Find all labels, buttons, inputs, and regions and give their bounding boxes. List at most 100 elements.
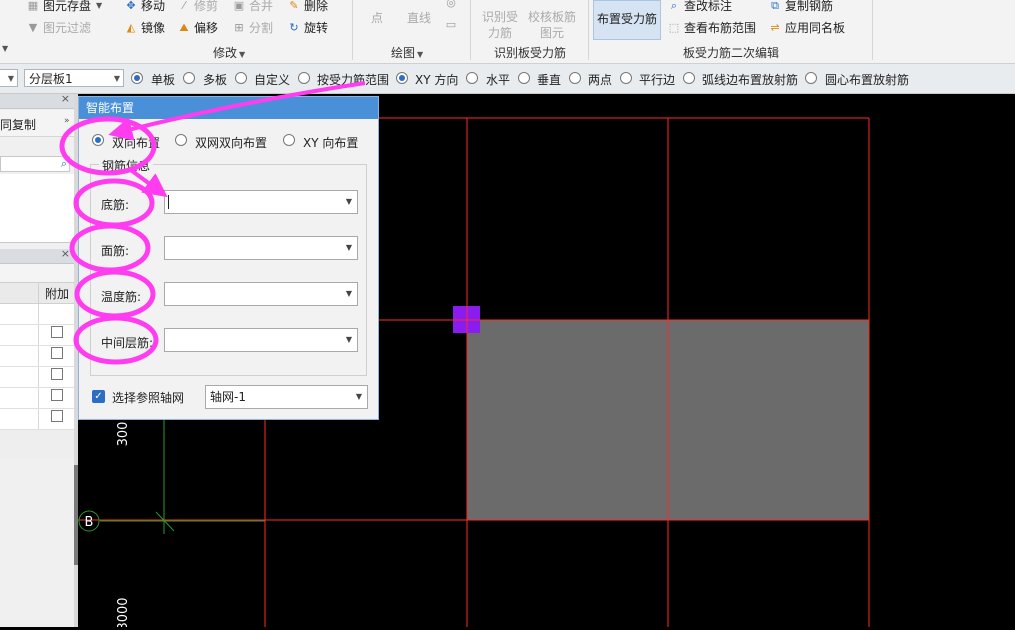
top-rebar-label: 面筋: [101, 244, 130, 258]
radio-custom-label: 自定义 [254, 73, 291, 87]
row-checkbox[interactable] [51, 326, 63, 338]
copy-button[interactable]: 同复制 [0, 116, 36, 133]
options-toolbar: ▼ 分层板1 ▼ 单板 多板 自定义 按受力筋范围 XY 方向 水平 垂直 两点… [0, 64, 1015, 94]
radio-multi-slab[interactable] [183, 72, 195, 84]
smart-layout-dialog: 智能布置 双向布置 双网双向布置 XY 向布置 钢筋信息 底筋: ▼ 面筋: ▼… [78, 96, 379, 420]
radio-double-net[interactable] [175, 134, 187, 146]
mirror-button[interactable]: ◭ 镜像 [124, 19, 165, 36]
radio-center-radial-label: 圆心布置放射筋 [825, 73, 910, 87]
search-input[interactable]: ⌕ [0, 156, 70, 172]
move-button[interactable]: ✥ 移动 [124, 0, 165, 14]
element-filter-button[interactable]: ▼ 图元过滤 [26, 19, 91, 36]
properties-header: 附加 [0, 283, 74, 304]
trim-button[interactable]: ⁄ 修剪 [177, 0, 218, 14]
radio-multi-slab-label: 多板 [203, 73, 228, 87]
check-rebar-button[interactable]: 校核板筋图元 [527, 9, 577, 41]
radio-by-rebar-range[interactable] [298, 72, 310, 84]
ref-axis-select[interactable]: 轴网-1 ▼ [205, 385, 368, 409]
merge-label: 合并 [249, 0, 274, 13]
move-label: 移动 [141, 0, 166, 13]
modify-group-label[interactable]: 修改 ▼ [213, 44, 245, 61]
radio-custom[interactable] [235, 72, 247, 84]
close-icon[interactable]: × [61, 92, 70, 105]
row-divider [0, 345, 74, 346]
bottom-rebar-input[interactable]: ▼ [164, 190, 358, 214]
dialog-title[interactable]: 智能布置 [79, 97, 378, 119]
radio-vertical[interactable] [518, 72, 530, 84]
row-checkbox[interactable] [51, 410, 63, 422]
row-divider [0, 408, 74, 409]
radio-horizontal[interactable] [466, 72, 478, 84]
rebar-info-title: 钢筋信息 [99, 157, 154, 174]
mirror-label: 镜像 [141, 21, 166, 35]
panel-empty-area [0, 459, 74, 627]
radio-xy-layout[interactable] [283, 134, 295, 146]
chevron-down-icon: ▼ [7, 74, 14, 83]
text-caret [168, 195, 169, 209]
radio-center-radial[interactable] [805, 72, 817, 84]
table-row [0, 430, 74, 459]
chevron-down-icon[interactable]: ▼ [346, 191, 352, 213]
ref-axis-checkbox[interactable]: ✓ [92, 390, 105, 403]
search-icon[interactable]: ⌕ [61, 157, 67, 171]
element-save-button[interactable]: ▦ 图元存盘 ▼ [26, 0, 102, 14]
radio-arc-radial-label: 弧线边布置放射筋 [702, 73, 799, 87]
identify-rebar-button[interactable]: 识别受力筋 [480, 9, 520, 41]
copy-icon: ⧉ [771, 0, 779, 12]
radio-bidirectional-label: 双向布置 [112, 136, 161, 150]
column-divider [38, 283, 39, 303]
temperature-rebar-input[interactable]: ▼ [164, 282, 358, 306]
layer-combo[interactable]: 分层板1 ▼ [24, 69, 124, 87]
radio-parallel-edge[interactable] [620, 72, 632, 84]
layout-rebar-button[interactable]: 布置受力筋 [593, 0, 661, 40]
double-chevron-icon[interactable]: » [64, 116, 70, 126]
rotate-button[interactable]: ↻ 旋转 [287, 19, 328, 36]
circle-icon: ◎ [446, 0, 456, 9]
split-button[interactable]: ⊞ 分割 [232, 19, 273, 36]
temperature-rebar-label: 温度筋: [101, 290, 142, 304]
radio-two-points-label: 两点 [588, 73, 613, 87]
split-label: 分割 [249, 21, 274, 35]
point-button[interactable]: 点 [371, 9, 383, 26]
radio-xy-direction[interactable] [396, 72, 408, 84]
rect-draw-button[interactable]: ▭ [444, 18, 458, 32]
chevron-down-icon[interactable]: ▼ [346, 283, 352, 305]
circle-draw-button[interactable]: ◎ [444, 0, 458, 10]
radio-single-slab[interactable] [131, 72, 143, 84]
copy-rebar-button[interactable]: ⧉ 复制钢筋 [768, 0, 833, 14]
radio-two-points[interactable] [569, 72, 581, 84]
radio-arc-radial[interactable] [683, 72, 695, 84]
apply-same-name-label: 应用同名板 [785, 21, 846, 35]
row-checkbox[interactable] [51, 347, 63, 359]
filter-icon: ▼ [28, 20, 38, 34]
chevron-down-icon[interactable]: ▼ [346, 237, 352, 259]
top-rebar-input[interactable]: ▼ [164, 236, 358, 260]
floor-combo[interactable]: ▼ [0, 69, 18, 87]
chevron-down-icon[interactable]: ▼ [356, 386, 362, 408]
panel-header: × [0, 92, 74, 109]
offset-button[interactable]: ⛰ 偏移 [177, 19, 218, 36]
apply-same-name-button[interactable]: ⇌ 应用同名板 [768, 19, 845, 36]
magnifier-icon: ⌕ [670, 0, 678, 12]
chevron-down-icon[interactable]: ▼ [2, 44, 8, 53]
close-icon[interactable]: × [61, 247, 70, 260]
delete-button[interactable]: ✎ 删除 [287, 0, 328, 14]
row-checkbox[interactable] [51, 368, 63, 380]
radio-vertical-label: 垂直 [537, 73, 562, 87]
chevron-down-icon: ▼ [417, 50, 424, 59]
query-mark-button[interactable]: ⌕ 查改标注 [667, 0, 732, 14]
modify-group-text: 修改 [213, 46, 238, 60]
chevron-down-icon: ▼ [113, 74, 120, 83]
middle-rebar-input[interactable]: ▼ [164, 328, 358, 352]
chevron-down-icon[interactable]: ▼ [346, 329, 352, 351]
radio-bidirectional[interactable] [92, 134, 104, 146]
axis-label-b: B [85, 515, 94, 530]
line-button[interactable]: 直线 [407, 9, 431, 26]
draw-group-label[interactable]: 绘图 ▼ [391, 44, 423, 61]
rectangle-icon: ▭ [445, 18, 457, 31]
view-range-button[interactable]: ⬚ 查看布筋范围 [667, 19, 756, 36]
row-checkbox[interactable] [51, 389, 63, 401]
group-separator [470, 0, 471, 60]
copy-toolbar: 同复制 » [0, 110, 74, 137]
merge-button[interactable]: ▣ 合并 [232, 0, 273, 14]
